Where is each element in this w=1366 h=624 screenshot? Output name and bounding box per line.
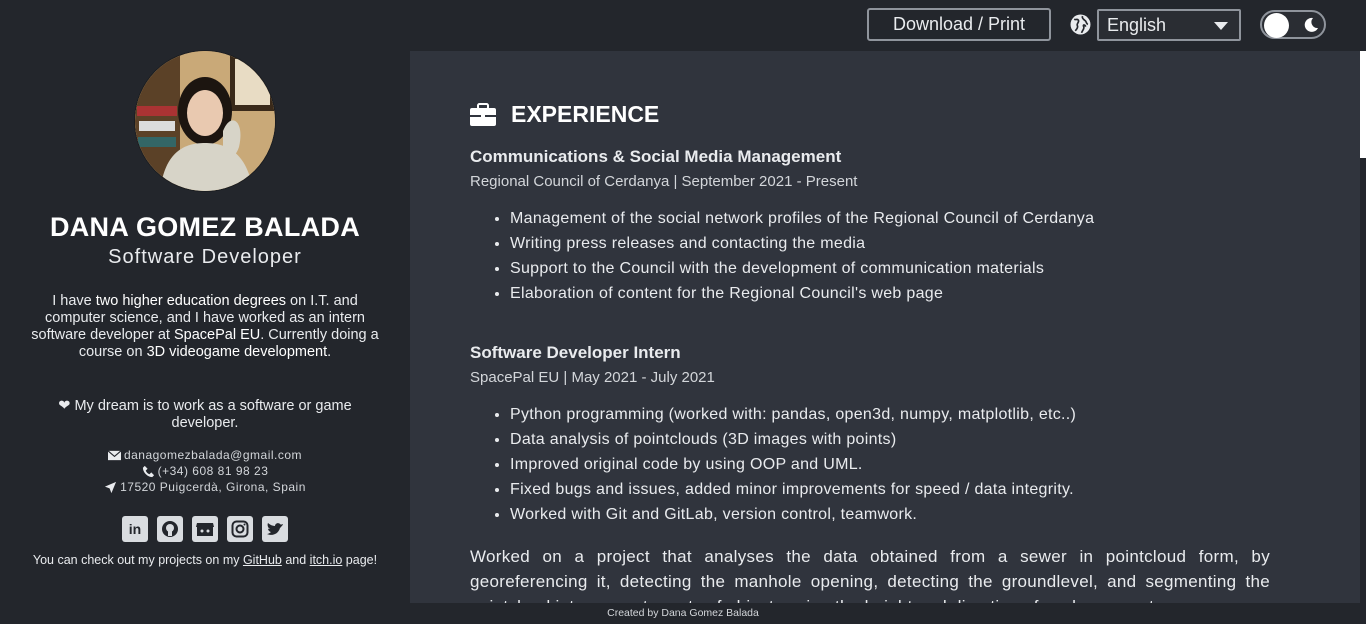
contact-email[interactable]: danagomezbalada@gmail.com bbox=[124, 447, 302, 463]
chevron-down-icon bbox=[1214, 22, 1228, 30]
avatar bbox=[135, 51, 275, 191]
experience-panel: EXPERIENCE Communications & Social Media… bbox=[410, 51, 1360, 603]
instagram-icon[interactable] bbox=[227, 516, 253, 542]
list-item: Management of the social network profile… bbox=[510, 206, 1270, 231]
experience-header: EXPERIENCE bbox=[470, 101, 659, 128]
scrollbar-thumb[interactable] bbox=[1360, 51, 1366, 158]
itchio-icon[interactable] bbox=[192, 516, 218, 542]
profile-sidebar: DANA GOMEZ BALADA Software Developer I h… bbox=[0, 51, 410, 603]
scrollbar[interactable] bbox=[1360, 51, 1366, 603]
phone-icon bbox=[142, 465, 154, 477]
list-item: Data analysis of pointclouds (3D images … bbox=[510, 427, 1270, 452]
top-bar: Download / Print English bbox=[0, 0, 1366, 51]
download-print-button[interactable]: Download / Print bbox=[867, 8, 1051, 41]
language-select[interactable]: English bbox=[1097, 9, 1241, 41]
list-item: Support to the Council with the developm… bbox=[510, 256, 1270, 281]
job-title: Software Developer Intern bbox=[470, 343, 681, 362]
github-icon[interactable] bbox=[157, 516, 183, 542]
job-duties: Python programming (worked with: pandas,… bbox=[470, 402, 1270, 527]
social-links: in bbox=[0, 516, 410, 542]
briefcase-icon bbox=[470, 102, 496, 126]
list-item: Worked with Git and GitLab, version cont… bbox=[510, 502, 1270, 527]
dark-mode-toggle[interactable] bbox=[1260, 10, 1326, 39]
contact-phone: (+34) 608 81 98 23 bbox=[157, 464, 269, 478]
list-item: Fixed bugs and issues, added minor impro… bbox=[510, 477, 1270, 502]
job-entry: Software Developer Intern SpacePal EU | … bbox=[470, 343, 1270, 527]
section-title: EXPERIENCE bbox=[511, 101, 660, 127]
language-selected-value: English bbox=[1107, 14, 1167, 35]
moon-icon bbox=[1304, 17, 1318, 32]
job-meta: Regional Council of Cerdanya | September… bbox=[470, 173, 858, 190]
list-item: Elaboration of content for the Regional … bbox=[510, 281, 1270, 306]
list-item: Python programming (worked with: pandas,… bbox=[510, 402, 1270, 427]
profile-dream: ❤ My dream is to work as a software or g… bbox=[58, 398, 352, 431]
job-meta: SpacePal EU | May 2021 - July 2021 bbox=[470, 369, 715, 386]
toggle-knob bbox=[1264, 13, 1289, 38]
globe-icon bbox=[1070, 14, 1091, 35]
profile-name: DANA GOMEZ BALADA bbox=[49, 212, 361, 242]
job-duties: Management of the social network profile… bbox=[470, 206, 1270, 306]
contact-info: danagomezbalada@gmail.com (+34) 608 81 9… bbox=[0, 447, 410, 495]
envelope-icon bbox=[107, 449, 121, 460]
list-item: Writing press releases and contacting th… bbox=[510, 231, 1270, 256]
linkedin-icon[interactable]: in bbox=[122, 516, 148, 542]
footer: Created by Dana Gomez Balada bbox=[0, 603, 1366, 624]
job-entry: Communications & Social Media Management… bbox=[470, 147, 1270, 306]
profile-role: Software Developer bbox=[108, 246, 302, 268]
itchio-link[interactable]: itch.io bbox=[310, 553, 343, 567]
github-link[interactable]: GitHub bbox=[243, 553, 282, 567]
job-title: Communications & Social Media Management bbox=[470, 147, 842, 166]
twitter-icon[interactable] bbox=[262, 516, 288, 542]
job-description: Worked on a project that analyses the da… bbox=[470, 547, 1270, 603]
profile-bio: I have two higher education degrees on I… bbox=[31, 293, 379, 360]
location-arrow-icon bbox=[105, 481, 117, 493]
contact-location: 17520 Puigcerdà, Girona, Spain bbox=[120, 480, 306, 494]
list-item: Improved original code by using OOP and … bbox=[510, 452, 1270, 477]
projects-note: You can check out my projects on my GitH… bbox=[32, 553, 378, 567]
